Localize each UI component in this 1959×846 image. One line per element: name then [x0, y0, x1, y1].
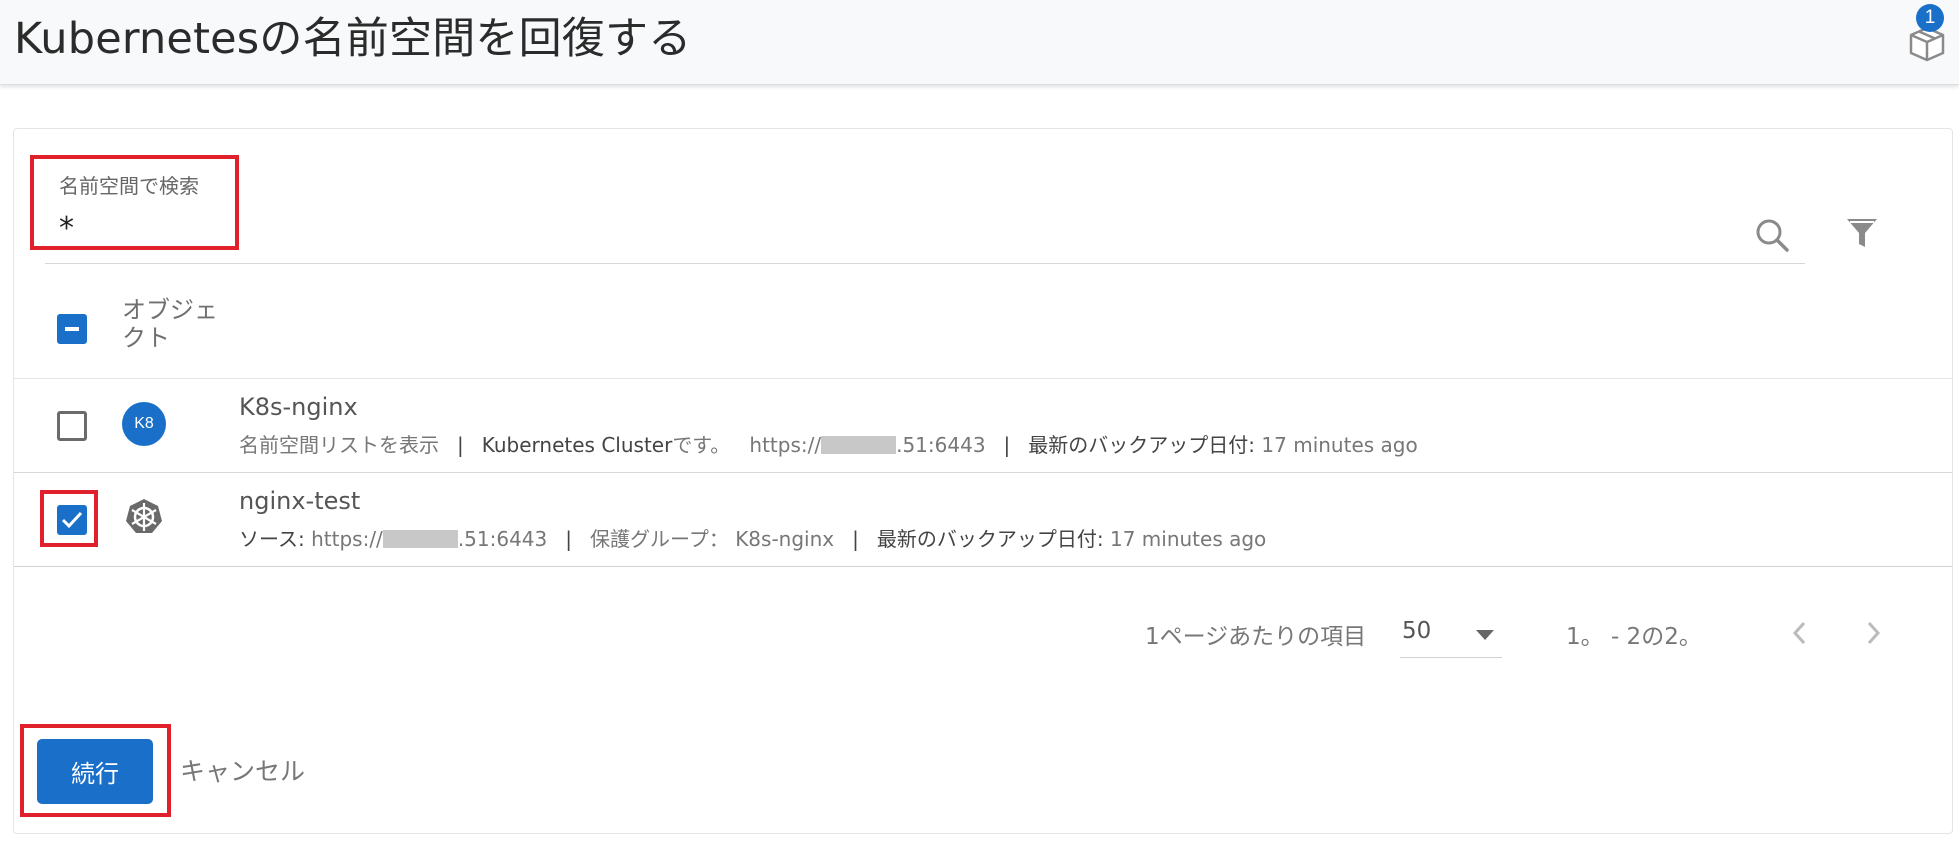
- next-page-button[interactable]: [1860, 618, 1886, 648]
- group-value: K8s-nginx: [735, 527, 835, 551]
- url-suffix: .51:6443: [457, 527, 548, 551]
- view-namespace-list-link[interactable]: 名前空間リストを表示: [239, 433, 439, 457]
- row-meta: ソース: https://.51:6443 | 保護グループ： K8s-nginx |…: [239, 527, 1267, 551]
- items-per-page-label: 1ページあたりの項目: [1145, 624, 1367, 650]
- redacted-ip: [382, 530, 458, 548]
- search-label: 名前空間で検索: [59, 174, 199, 198]
- prev-page-button[interactable]: [1787, 618, 1813, 648]
- table-row: nginx-test ソース: https://.51:6443 | 保護グループ：…: [14, 473, 1952, 567]
- search-icon[interactable]: [1754, 217, 1790, 257]
- page-title: Kubernetesの名前空間を回復する: [14, 14, 692, 64]
- backup-label: 最新のバックアップ日付:: [876, 527, 1104, 551]
- row-title[interactable]: nginx-test: [239, 487, 360, 515]
- cluster-suffix: です。: [672, 433, 731, 457]
- table-row: K8 K8s-nginx 名前空間リストを表示 | Kubernetes Clust…: [14, 379, 1952, 473]
- notification-badge: 1: [1916, 4, 1944, 32]
- redacted-ip: [821, 436, 897, 454]
- backup-value: 17 minutes ago: [1109, 527, 1267, 551]
- filter-icon[interactable]: [1845, 216, 1879, 254]
- group-label: 保護グループ：: [590, 527, 729, 551]
- source-label: ソース:: [239, 527, 305, 551]
- backup-label: 最新のバックアップ日付:: [1028, 433, 1256, 457]
- page-header: Kubernetesの名前空間を回復する 1: [0, 0, 1959, 85]
- cluster-label: Kubernetes Cluster: [481, 433, 673, 457]
- search-field[interactable]: 名前空間で検索: [45, 154, 1805, 264]
- continue-button[interactable]: 続行: [37, 739, 153, 804]
- cancel-button[interactable]: キャンセル: [180, 752, 305, 788]
- caret-down-icon: [1476, 630, 1494, 640]
- chevron-right-icon: [1867, 621, 1881, 645]
- row-checkbox[interactable]: [57, 505, 87, 535]
- cluster-avatar: K8: [122, 402, 166, 446]
- search-input[interactable]: [59, 208, 1659, 248]
- checkmark-icon: [61, 511, 83, 529]
- table-header: オブジェクト: [14, 266, 1952, 379]
- pagination-range: 1。 - 2の2。: [1566, 624, 1702, 650]
- row-meta: 名前空間リストを表示 | Kubernetes Clusterです。 https:/…: [239, 433, 1418, 457]
- helm-icon: [126, 499, 162, 533]
- url-prefix: https://: [749, 433, 822, 457]
- url-suffix: .51:6443: [896, 433, 986, 457]
- items-per-page-value: 50: [1402, 618, 1432, 644]
- row-checkbox[interactable]: [57, 411, 87, 441]
- url-prefix: https://: [311, 527, 383, 551]
- tasks-button[interactable]: 1: [1904, 4, 1950, 64]
- items-per-page-select[interactable]: 50: [1400, 610, 1502, 658]
- select-all-checkbox[interactable]: [57, 314, 87, 344]
- row-title[interactable]: K8s-nginx: [239, 393, 358, 421]
- column-header-object: オブジェクト: [122, 296, 218, 352]
- chevron-left-icon: [1792, 621, 1806, 645]
- backup-value: 17 minutes ago: [1261, 433, 1418, 457]
